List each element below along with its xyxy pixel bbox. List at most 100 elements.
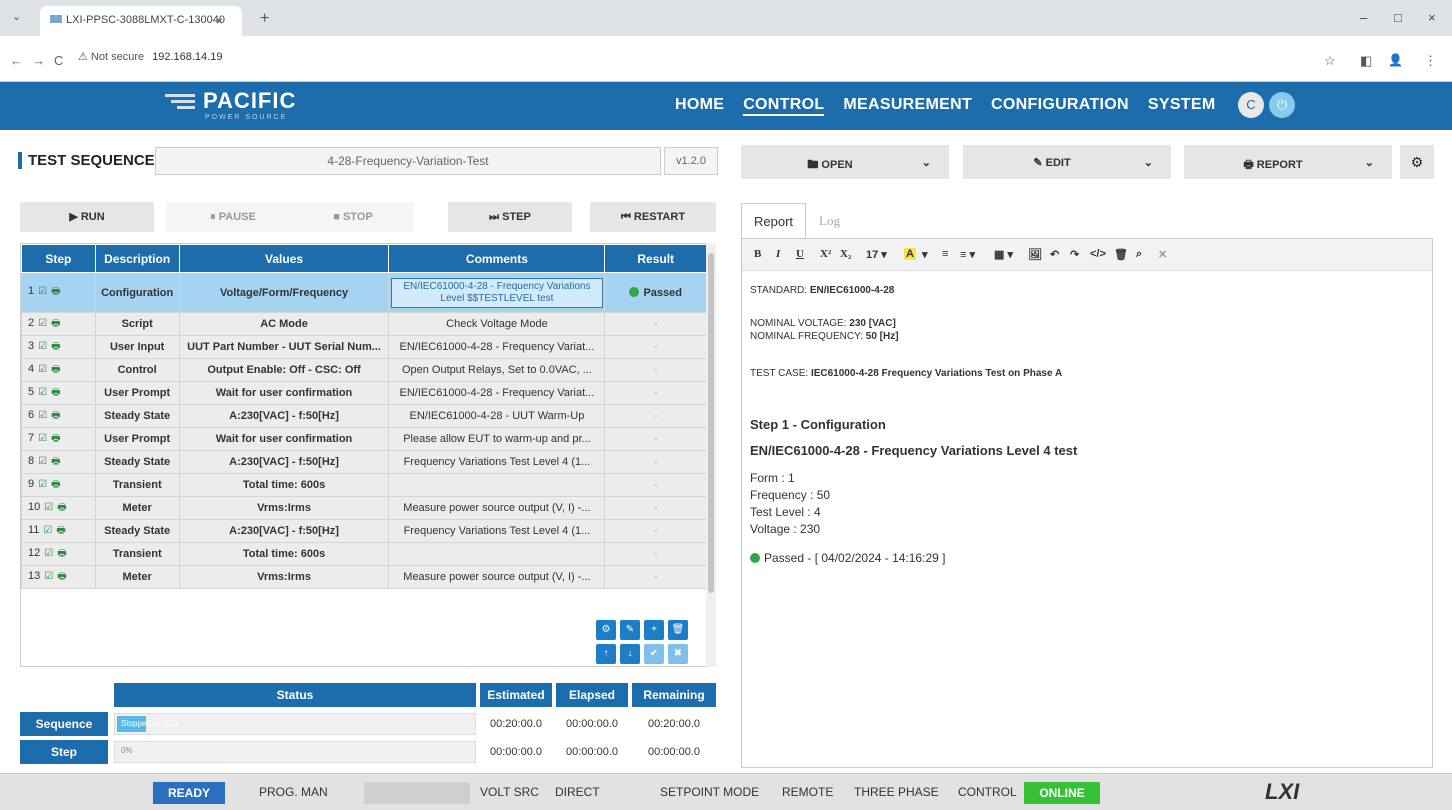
run-button[interactable]: ▶ RUN	[20, 202, 154, 232]
row-move-down-icon[interactable]: ↓	[620, 644, 640, 664]
print-icon[interactable]: 🖶	[51, 341, 60, 352]
print-icon[interactable]: 🖶	[57, 571, 66, 582]
superscript-button[interactable]: X²	[820, 248, 831, 260]
align-button[interactable]: ≡	[942, 248, 948, 260]
edit-button[interactable]: ✎ EDIT ⌄	[963, 145, 1171, 179]
edit-icon[interactable]: ☑	[38, 341, 47, 352]
row-delete-icon[interactable]: 🗑	[668, 620, 688, 640]
back-icon[interactable]: ←	[10, 53, 23, 68]
report-button[interactable]: 🖶 REPORT ⌄	[1184, 145, 1392, 179]
nav-home[interactable]: HOME	[675, 96, 724, 114]
edit-icon[interactable]: ☑	[44, 571, 53, 582]
print-icon[interactable]: 🖶	[51, 433, 60, 444]
row-add-icon[interactable]: +	[644, 620, 664, 640]
tab-report[interactable]: Report	[741, 203, 807, 239]
table-scrollbar[interactable]	[706, 243, 716, 667]
new-tab-button[interactable]: +	[260, 10, 269, 28]
edit-icon[interactable]: ☑	[44, 502, 53, 513]
edit-icon[interactable]: ☑	[38, 364, 47, 375]
profile-icon[interactable]: 👤	[1388, 53, 1403, 67]
sidebar-icon[interactable]: ◧	[1360, 53, 1372, 69]
edit-icon[interactable]: ☑	[38, 286, 47, 297]
table-row[interactable]: 6 ☑ 🖶 Steady State A:230[VAC] - f:50[Hz] EN/I…	[21, 404, 707, 428]
print-icon[interactable]: 🖶	[51, 479, 60, 490]
table-row[interactable]: 8 ☑ 🖶 Steady State A:230[VAC] - f:50[Hz] Freq…	[21, 450, 707, 474]
row-move-up-icon[interactable]: ↑	[596, 644, 616, 664]
image-icon[interactable]: 🖼	[1028, 248, 1042, 261]
forward-icon[interactable]: →	[32, 53, 45, 68]
table-button[interactable]: ▦ ▾	[994, 248, 1013, 261]
table-row[interactable]: 2 ☑ 🖶 Script AC Mode Check Voltage Mode -	[21, 312, 707, 336]
table-row[interactable]: 1 ☑ 🖶 Configuration Voltage/Form/Frequency EN…	[21, 272, 707, 313]
step-button[interactable]: ⏭ STEP	[448, 202, 572, 232]
stop-button[interactable]: ■ STOP	[292, 202, 414, 232]
reload-icon[interactable]: C	[54, 53, 63, 68]
close-tab-icon[interactable]: ×	[216, 14, 223, 28]
print-icon[interactable]: 🖶	[57, 502, 66, 513]
tab-log[interactable]: Log	[807, 203, 852, 239]
print-icon[interactable]: 🖶	[51, 318, 60, 329]
maximize-button[interactable]: □	[1394, 10, 1402, 25]
row-enable-icon[interactable]: ✔	[644, 644, 664, 664]
print-icon[interactable]: 🖶	[51, 364, 60, 375]
settings-gear-button[interactable]: ⚙	[1400, 145, 1434, 179]
pause-button[interactable]: ⏸ PAUSE	[166, 202, 300, 232]
print-icon[interactable]: 🖶	[51, 456, 60, 467]
print-icon[interactable]: 🖶	[51, 387, 60, 398]
edit-icon[interactable]: ☑	[38, 318, 47, 329]
edit-icon[interactable]: ☑	[38, 456, 47, 467]
nav-system[interactable]: SYSTEM	[1148, 96, 1216, 114]
bookmark-star-icon[interactable]: ☆	[1324, 53, 1336, 69]
open-button[interactable]: 🖿 OPEN ⌄	[741, 145, 949, 179]
print-icon[interactable]: 🖶	[51, 286, 60, 297]
subscript-button[interactable]: X₂	[840, 248, 851, 260]
table-row[interactable]: 10 ☑ 🖶 Meter Vrms:Irms Measure power source o…	[21, 496, 707, 520]
list-button[interactable]: ≡ ▾	[960, 248, 975, 261]
find-icon[interactable]: ⌕	[1136, 248, 1142, 261]
nav-configuration[interactable]: CONFIGURATION	[991, 96, 1129, 114]
sequence-name-field[interactable]: 4-28-Frequency-Variation-Test	[155, 147, 661, 175]
browser-tab[interactable]: LXI-PPSC-3088LMXT-C-130040	[40, 6, 242, 36]
edit-icon[interactable]: ☑	[38, 410, 47, 421]
table-row[interactable]: 7 ☑ 🖶 User Prompt Wait for user confirmation…	[21, 427, 707, 451]
redo-icon[interactable]: ↷	[1070, 248, 1079, 261]
print-icon[interactable]: 🖶	[56, 525, 65, 536]
underline-button[interactable]: U	[796, 248, 804, 260]
edit-icon[interactable]: ☑	[38, 479, 47, 490]
undo-icon[interactable]: ↶	[1050, 248, 1059, 261]
not-secure-badge[interactable]: ⚠ Not secure	[78, 51, 144, 63]
font-size-select[interactable]: 17 ▾	[866, 248, 887, 261]
url-field[interactable]: ⚠ Not secure 192.168.14.19	[78, 50, 222, 63]
trash-icon[interactable]: 🗑	[1114, 248, 1128, 261]
restart-button[interactable]: ⏮ RESTART	[590, 202, 716, 232]
print-icon[interactable]: 🖶	[51, 410, 60, 421]
row-edit-icon[interactable]: ✎	[620, 620, 640, 640]
power-icon[interactable]: ⏻	[1269, 92, 1295, 118]
table-row[interactable]: 11 ☑ 🖶 Steady State A:230[VAC] - f:50[Hz] Fre…	[21, 519, 707, 543]
row-settings-icon[interactable]: ⚙	[596, 620, 616, 640]
edit-icon[interactable]: ☑	[44, 548, 53, 559]
bold-button[interactable]: B	[754, 248, 761, 260]
table-row[interactable]: 5 ☑ 🖶 User Prompt Wait for user confirmation…	[21, 381, 707, 405]
table-row[interactable]: 12 ☑ 🖶 Transient Total time: 600s -	[21, 542, 707, 566]
tab-search-button[interactable]: ⌄	[12, 10, 21, 23]
browser-menu-icon[interactable]: ⋮	[1424, 53, 1437, 69]
edit-icon[interactable]: ☑	[38, 433, 47, 444]
row-disable-icon[interactable]: ✖	[668, 644, 688, 664]
table-row[interactable]: 13 ☑ 🖶 Meter Vrms:Irms Measure power source o…	[21, 565, 707, 589]
scrollbar-thumb[interactable]	[708, 253, 714, 593]
edit-icon[interactable]: ☑	[43, 525, 52, 536]
table-row[interactable]: 9 ☑ 🖶 Transient Total time: 600s -	[21, 473, 707, 497]
code-view-icon[interactable]: </>	[1090, 248, 1106, 260]
nav-measurement[interactable]: MEASUREMENT	[843, 96, 972, 114]
minimize-button[interactable]: –	[1360, 10, 1367, 25]
highlight-dropdown-icon[interactable]: ▾	[922, 248, 928, 261]
table-row[interactable]: 4 ☑ 🖶 Control Output Enable: Off - CSC: Off O…	[21, 358, 707, 382]
close-window-button[interactable]: ×	[1428, 10, 1436, 25]
comments-text[interactable]: EN/IEC61000-4-28 - Frequency Variations …	[390, 277, 603, 308]
clear-format-icon[interactable]: ✕	[1158, 248, 1167, 261]
edit-icon[interactable]: ☑	[38, 387, 47, 398]
print-icon[interactable]: 🖶	[57, 548, 66, 559]
connection-icon[interactable]: C	[1238, 92, 1264, 118]
highlight-color-button[interactable]: A	[904, 248, 916, 260]
